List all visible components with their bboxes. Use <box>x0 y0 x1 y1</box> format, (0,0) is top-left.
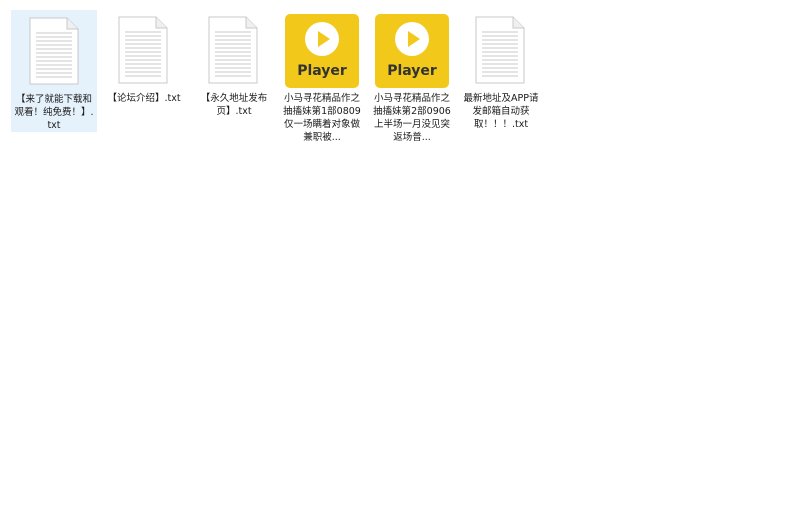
player-icon-label: Player <box>387 63 437 79</box>
play-triangle-icon <box>408 31 420 47</box>
text-document-icon <box>12 15 98 91</box>
file-name-label: 【永久地址发布页】.txt <box>200 93 268 117</box>
file-name-label: 【论坛介绍】.txt <box>107 93 181 104</box>
play-circle-icon <box>395 22 429 56</box>
text-document-icon <box>191 14 277 90</box>
file-item-txt-1[interactable]: 【来了就能下载和观看！纯免费！】.txt <box>11 10 97 132</box>
file-item-txt-3[interactable]: 【永久地址发布页】.txt <box>191 10 277 118</box>
file-name-label: 小马寻花精品作之抽搐妹第2部0906上半场一月没见突返场普... <box>373 93 451 143</box>
file-item-video-1[interactable]: Player 小马寻花精品作之抽搐妹第1部0809仅一场瞒着对象做兼职被... <box>279 10 365 144</box>
video-file-icon-wrap: Player <box>369 14 455 90</box>
play-triangle-icon <box>318 31 330 47</box>
player-icon: Player <box>375 14 449 88</box>
text-document-icon <box>458 14 544 90</box>
file-name-label: 小马寻花精品作之抽搐妹第1部0809仅一场瞒着对象做兼职被... <box>283 93 361 143</box>
file-item-video-2[interactable]: Player 小马寻花精品作之抽搐妹第2部0906上半场一月没见突返场普... <box>369 10 455 144</box>
file-name-label: 【来了就能下载和观看！纯免费！】.txt <box>14 94 94 131</box>
video-file-icon-wrap: Player <box>279 14 365 90</box>
file-explorer-view: 【来了就能下载和观看！纯免费！】.txt 【论坛介绍】.txt 【永久地址发布页… <box>0 0 800 517</box>
play-circle-icon <box>305 22 339 56</box>
file-name-label: 最新地址及APP请发邮箱自动获取！！！.txt <box>463 93 539 130</box>
player-icon-label: Player <box>297 63 347 79</box>
file-item-txt-4[interactable]: 最新地址及APP请发邮箱自动获取！！！.txt <box>458 10 544 131</box>
file-item-txt-2[interactable]: 【论坛介绍】.txt <box>101 10 187 105</box>
player-icon: Player <box>285 14 359 88</box>
text-document-icon <box>101 14 187 90</box>
